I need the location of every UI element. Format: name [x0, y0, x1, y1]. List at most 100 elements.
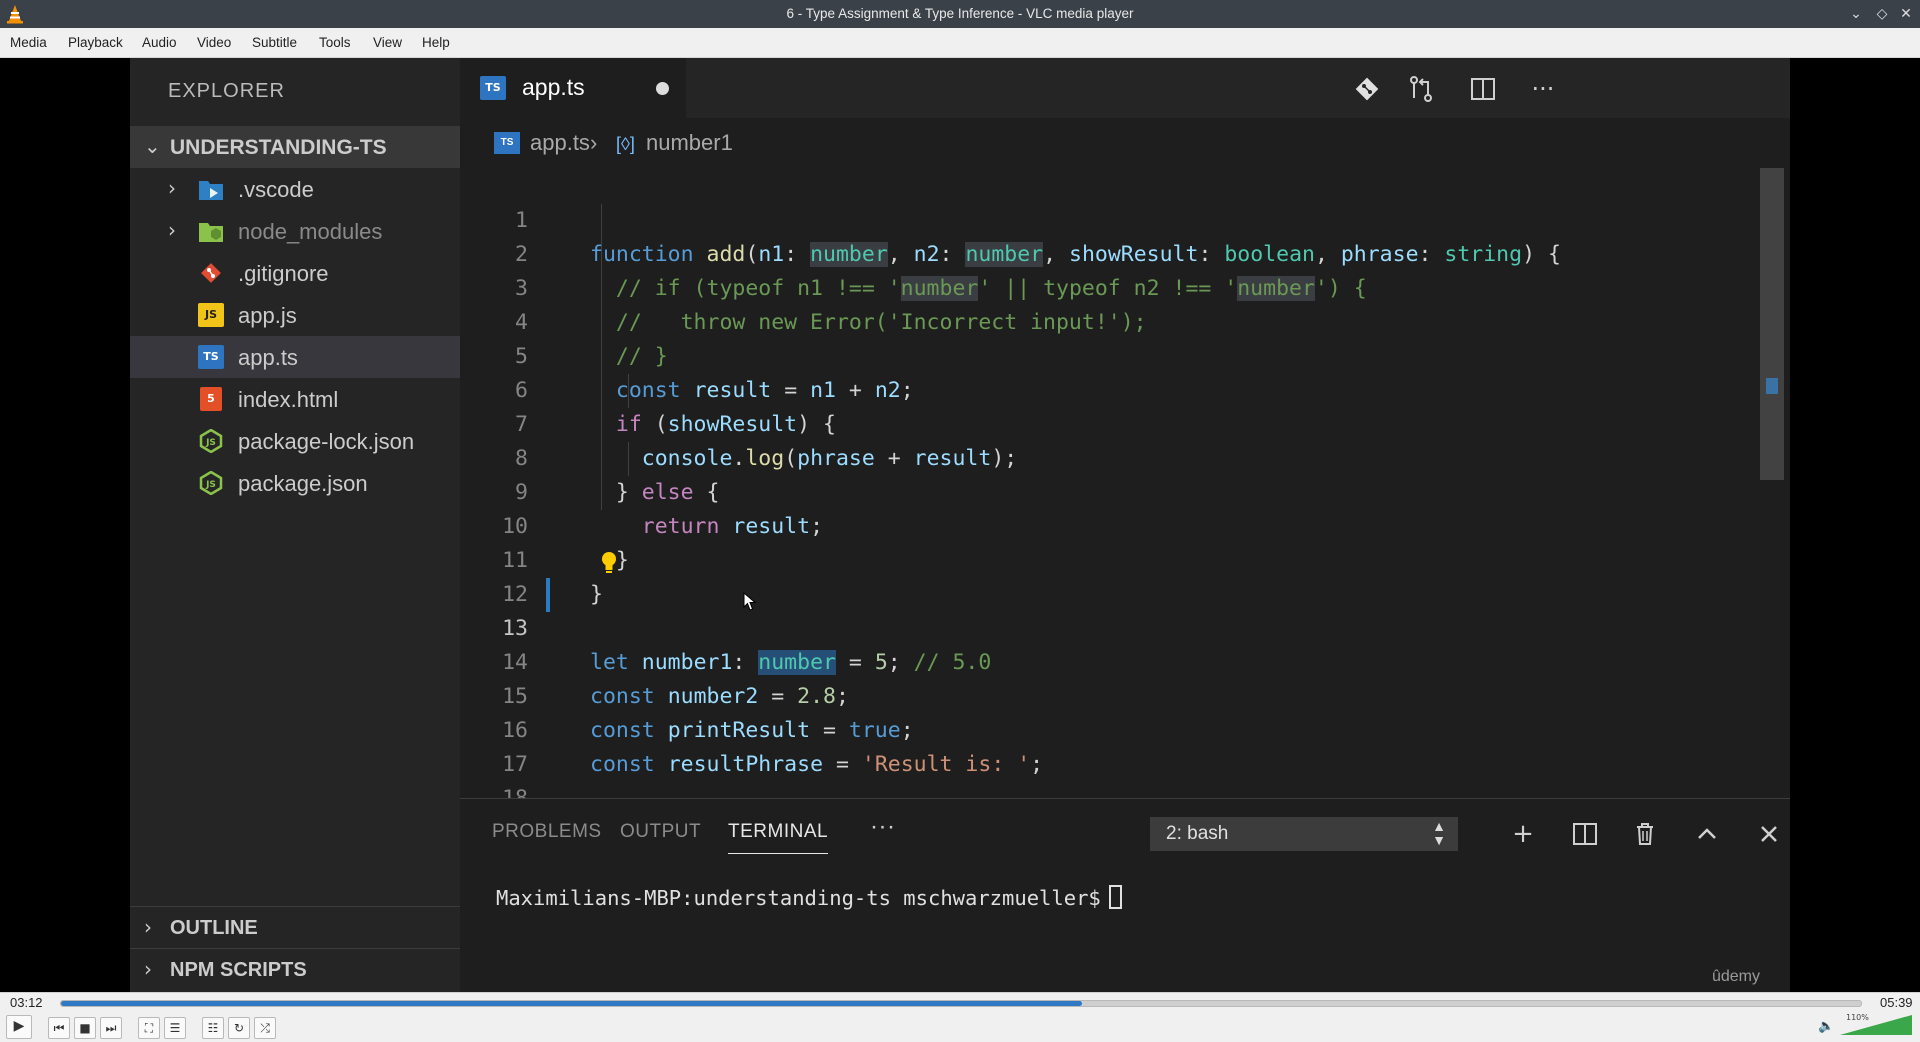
- git-icon: [201, 263, 221, 283]
- terminal-prompt: Maximilians-MBP:understanding-ts mschwar…: [496, 886, 1101, 910]
- video-area[interactable]: EXPLORER ⌄ UNDERSTANDING-TS › .vscode ›: [0, 58, 1920, 992]
- menu-playback[interactable]: Playback: [68, 35, 123, 50]
- terminal-select: 2: bash ▲ ▼: [1150, 817, 1458, 851]
- chevron-right-icon: ›: [144, 915, 152, 939]
- code-line: 14 const number2 = 2.8;: [460, 612, 1760, 709]
- scrollbar-cursor-marker: [1766, 378, 1778, 394]
- total-time: 05:39: [1880, 995, 1913, 1010]
- play-button[interactable]: ▶: [6, 1015, 32, 1039]
- svg-text:JS: JS: [205, 438, 216, 448]
- menu-help[interactable]: Help: [422, 35, 450, 50]
- minimize-icon[interactable]: ⌄: [1846, 4, 1866, 24]
- random-button[interactable]: ⤮: [254, 1017, 276, 1039]
- workspace-folder: ⌄ UNDERSTANDING-TS: [130, 126, 460, 168]
- playlist-button[interactable]: ☷: [202, 1017, 224, 1039]
- code-line: 4 // }: [460, 272, 1760, 369]
- split-terminal-icon: [1573, 823, 1597, 845]
- panel-tab-output: OUTPUT: [620, 821, 702, 842]
- explorer-item-app-ts: TS app.ts: [130, 336, 460, 378]
- stop-button[interactable]: ■: [74, 1017, 96, 1039]
- bottom-panel: PROBLEMS OUTPUT TERMINAL ··· 2: bash ▲ ▼ …: [460, 798, 1790, 992]
- ts-icon: TS: [198, 345, 224, 369]
- menu-tools[interactable]: Tools: [319, 35, 351, 50]
- code-line: 6 if (showResult) {: [460, 340, 1760, 437]
- explorer-item-index-html: 5 index.html: [130, 378, 460, 420]
- menu-view[interactable]: View: [373, 35, 402, 50]
- explorer-item-label: index.html: [238, 387, 339, 412]
- js-icon: JS: [198, 303, 224, 327]
- menu-audio[interactable]: Audio: [142, 35, 177, 50]
- code-line: 17: [460, 714, 1760, 777]
- workspace-folder-name: UNDERSTANDING-TS: [170, 136, 387, 159]
- close-icon[interactable]: ✕: [1896, 4, 1916, 24]
- seek-bar[interactable]: [60, 1000, 1862, 1007]
- ts-icon: TS: [480, 76, 506, 100]
- speaker-icon[interactable]: 🔈: [1818, 1019, 1834, 1034]
- udemy-watermark: ûdemy: [1711, 968, 1760, 985]
- code-line: 5 const result = n1 + n2;: [460, 306, 1760, 403]
- select-arrows-icon: ▲ ▼: [1432, 818, 1446, 848]
- menu-subtitle[interactable]: Subtitle: [252, 35, 297, 50]
- trash-icon: [1637, 823, 1653, 845]
- code-line: 10 }: [460, 476, 1760, 573]
- code-editor: TS app.ts ··· TS app.ts › [◊] number1 1 …: [460, 58, 1790, 845]
- panel-tab-problems: PROBLEMS: [492, 821, 602, 842]
- chevron-right-icon: ›: [168, 176, 176, 200]
- terminal-cursor: [1108, 885, 1122, 909]
- elapsed-time: 03:12: [10, 995, 43, 1010]
- explorer-item-gitignore: .gitignore: [130, 252, 460, 294]
- ts-icon: TS: [494, 132, 520, 154]
- panel-tab-terminal: TERMINAL: [728, 821, 829, 854]
- explorer-item-vscode: › .vscode: [130, 168, 460, 210]
- close-panel-icon: [1761, 826, 1777, 842]
- explorer-item-label: package.json: [238, 471, 368, 496]
- npm-json-icon: JS: [199, 471, 223, 495]
- explorer-item-label: app.ts: [238, 345, 298, 370]
- code-line-current: 13 let number1: number = 5; // 5.0: [460, 578, 1760, 675]
- code-line: 1 function add(n1: number, n2: number, s…: [460, 170, 1760, 267]
- outline-section: › OUTLINE: [130, 906, 460, 948]
- code-line: 12: [460, 544, 1760, 607]
- unsaved-dot-icon: [656, 82, 669, 95]
- new-terminal-icon: +: [1512, 819, 1534, 849]
- lightbulb-icon[interactable]: [598, 550, 620, 574]
- breadcrumb-separator-icon: ›: [590, 130, 598, 155]
- explorer-item-app-js: JS app.js: [130, 294, 460, 336]
- volume-slider[interactable]: [1840, 1013, 1912, 1037]
- fullscreen-button[interactable]: ⛶: [138, 1017, 160, 1039]
- player-controls: 03:12 05:39 ▶ ⏮ ■ ⏭ ⛶ ☰ ☷ ↻ ⤮ 🔈 110%: [0, 992, 1920, 1042]
- code-line: 18 add(number1, number2, printResult, re…: [460, 748, 1760, 845]
- seek-bar-progress: [61, 1001, 1082, 1006]
- menu-video[interactable]: Video: [197, 35, 231, 50]
- open-changes-icon: [1410, 76, 1432, 102]
- chevron-up-icon: [1698, 828, 1716, 839]
- explorer-item-label: node_modules: [238, 219, 383, 244]
- editor-tab-label: app.ts: [522, 74, 585, 100]
- menu-media[interactable]: Media: [10, 35, 47, 50]
- explorer-item-label: package-lock.json: [238, 429, 415, 454]
- window-title: 6 - Type Assignment & Type Inference - V…: [786, 6, 1134, 21]
- previous-button[interactable]: ⏮: [48, 1017, 70, 1039]
- chevron-right-icon: ›: [168, 218, 176, 242]
- code-line: 2 // if (typeof n1 !== 'number' || typeo…: [460, 204, 1760, 301]
- terminal-select-value: 2: bash: [1166, 823, 1229, 844]
- code-line: 9 return result;: [460, 442, 1760, 539]
- menu-bar: Media Playback Audio Video Subtitle Tool…: [0, 28, 1920, 58]
- npm-scripts-section: › NPM SCRIPTS: [130, 948, 460, 990]
- code-line: 15 const printResult = true;: [460, 646, 1760, 743]
- next-button[interactable]: ⏭: [100, 1017, 122, 1039]
- loop-button[interactable]: ↻: [228, 1017, 250, 1039]
- code-line: 3 // throw new Error('Incorrect input!')…: [460, 238, 1760, 335]
- editor-scrollbar-thumb: [1760, 168, 1784, 480]
- svg-text:JS: JS: [205, 480, 216, 490]
- terminal-output: Maximilians-MBP:understanding-ts mschwar…: [496, 885, 1122, 910]
- npm-scripts-section-label: NPM SCRIPTS: [170, 959, 307, 981]
- html-icon: 5: [200, 387, 222, 411]
- vscode-folder-icon: [199, 181, 223, 200]
- maximize-icon[interactable]: ◇: [1872, 4, 1892, 24]
- title-bar: 6 - Type Assignment & Type Inference - V…: [0, 0, 1920, 28]
- outline-section-label: OUTLINE: [170, 917, 258, 939]
- extended-settings-button[interactable]: ☰: [164, 1017, 186, 1039]
- code-line: 8 } else {: [460, 408, 1760, 505]
- chevron-down-icon: ⌄: [144, 134, 161, 158]
